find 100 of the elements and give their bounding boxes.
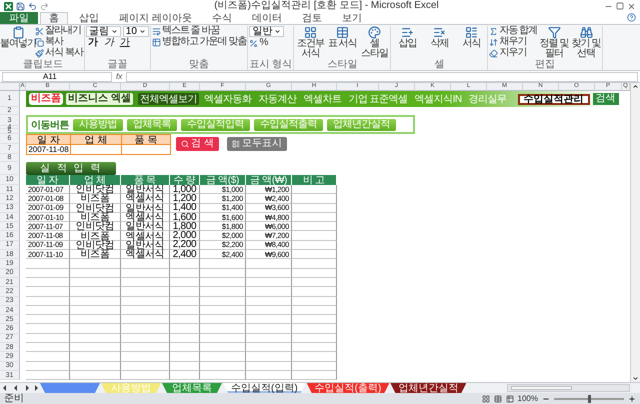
- redo-icon[interactable]: [40, 2, 49, 10]
- ribbon-button[interactable]: 정렬 및 필터: [539, 26, 570, 59]
- table-cell: [200, 306, 246, 316]
- ribbon-button[interactable]: 조건부 서식: [295, 26, 326, 59]
- table-cell: [246, 334, 292, 344]
- ribbon-button[interactable]: 붙여넣기: [3, 26, 33, 49]
- italic-button[interactable]: 가: [102, 38, 116, 48]
- ribbon-tab[interactable]: 검토: [292, 12, 331, 24]
- table-cell: 인비닷컴: [70, 222, 121, 232]
- formula-input[interactable]: [126, 72, 638, 82]
- ribbon-tab[interactable]: 보기: [332, 12, 371, 24]
- ribbon-button[interactable]: 텍스트 줄 바꿈: [152, 26, 246, 36]
- sheet-tab[interactable]: 수입실적(입력): [223, 383, 306, 393]
- help-icon[interactable]: [627, 13, 636, 22]
- ribbon-button[interactable]: 표 서식: [327, 26, 358, 49]
- ribbon-dropdown[interactable]: 10: [122, 26, 149, 37]
- table-cell: 일반서식: [121, 240, 170, 250]
- function-label[interactable]: fx: [116, 72, 122, 81]
- search-button[interactable]: 검색: [592, 93, 619, 105]
- maximize-icon[interactable]: [616, 2, 624, 10]
- table-cell: [170, 352, 200, 362]
- ribbon-dropdown[interactable]: 일반: [249, 26, 284, 37]
- horizontal-scrollbar[interactable]: [507, 384, 630, 392]
- ribbon-button[interactable]: 서식: [456, 26, 486, 49]
- underline-button[interactable]: 가: [118, 38, 132, 48]
- table-cell: [246, 259, 292, 269]
- page-layout-icon[interactable]: [494, 394, 502, 402]
- column-heading: 금 액(₩): [246, 175, 292, 185]
- table-cell: [200, 287, 246, 297]
- window-title: (비즈폼)수입실적관리 [호환 모드] - Microsoft Excel: [213, 0, 440, 12]
- table-cell: [121, 268, 170, 278]
- ribbon-button[interactable]: 찾기 및 선택: [571, 26, 602, 59]
- menu-link[interactable]: 전체엑셀보기: [138, 93, 199, 105]
- vertical-scrollbar[interactable]: [630, 83, 640, 382]
- table-cell: [292, 306, 337, 316]
- ribbon-button[interactable]: %: [249, 38, 284, 48]
- ribbon-tab[interactable]: 삽입: [70, 12, 108, 24]
- ribbon-button[interactable]: 삽입: [392, 26, 422, 49]
- table-cell: [170, 306, 200, 316]
- table-cell: [246, 370, 292, 380]
- table-cell: [70, 259, 121, 269]
- page-break-icon[interactable]: [506, 394, 514, 402]
- ribbon-button[interactable]: 삭제: [424, 26, 454, 49]
- table-cell: 2,400: [170, 250, 200, 260]
- table-cell: [70, 362, 121, 371]
- table-cell: [26, 315, 70, 324]
- table-cell: [292, 204, 337, 213]
- ribbon-button[interactable]: 지우기: [489, 48, 538, 58]
- sheet-tab[interactable]: 업체년간실적: [390, 383, 466, 393]
- ribbon-tab[interactable]: 파일: [0, 12, 38, 24]
- filter-input[interactable]: 2007-11-08: [26, 144, 71, 155]
- table-cell: [246, 296, 292, 306]
- ribbon-button[interactable]: 병합하고 가운데 맞춤: [152, 37, 246, 47]
- caret-icon: [138, 28, 146, 35]
- scroll-thumb[interactable]: [511, 386, 572, 390]
- ribbon-tab[interactable]: 수식: [202, 12, 241, 24]
- spreadsheet-app-icon[interactable]: [4, 2, 13, 10]
- zoom-thumb[interactable]: [588, 394, 591, 402]
- scroll-up-icon[interactable]: [632, 83, 639, 90]
- table-cell: [200, 370, 246, 380]
- table-cell: [292, 370, 337, 380]
- table-cell: [26, 324, 70, 334]
- ribbon-button[interactable]: 채우기: [489, 37, 538, 47]
- scissors-icon: [35, 26, 44, 36]
- table-cell: [292, 278, 337, 288]
- close-icon[interactable]: [627, 2, 636, 10]
- binoculars-icon: [580, 26, 593, 39]
- table-cell: [246, 352, 292, 362]
- ribbon-button[interactable]: 자동 합계: [489, 26, 538, 36]
- bold-button[interactable]: 가: [86, 38, 100, 48]
- name-box[interactable]: A11: [2, 72, 112, 82]
- table-cell: [292, 296, 337, 306]
- list-plus-icon: [400, 26, 414, 39]
- table-cell: [246, 268, 292, 278]
- show-all-button[interactable]: 모두표시: [226, 137, 287, 151]
- sheet-tab[interactable]: 수입실적(출력): [306, 383, 390, 393]
- normal-view-icon[interactable]: [482, 394, 490, 402]
- zoom-level[interactable]: 100%: [518, 394, 538, 403]
- search-field[interactable]: 수입실적관리: [518, 94, 590, 104]
- ribbon-button[interactable]: 셀 스타일: [359, 26, 390, 59]
- filter-input[interactable]: [70, 144, 122, 155]
- ribbon-tab[interactable]: 데이터: [242, 12, 291, 24]
- save-icon[interactable]: [16, 2, 25, 10]
- scroll-down-icon[interactable]: [632, 375, 639, 382]
- list-icon: [232, 140, 240, 148]
- filter-input[interactable]: [121, 144, 171, 155]
- ribbon-tab[interactable]: 페이지 레이아웃: [110, 12, 201, 24]
- table-cell: [246, 278, 292, 288]
- table-cell: [170, 268, 200, 278]
- undo-icon[interactable]: [28, 2, 37, 10]
- table-cell: 1,200: [170, 194, 200, 204]
- ribbon-button[interactable]: 복사: [35, 37, 83, 47]
- ribbon-tab[interactable]: 홈: [40, 12, 68, 24]
- search-button[interactable]: 검 색: [176, 137, 219, 151]
- table-cell: [200, 324, 246, 334]
- ribbon-button[interactable]: 잘라내기: [35, 26, 83, 36]
- ribbon-button[interactable]: 서식 복사: [35, 48, 83, 58]
- table-cell: [200, 315, 246, 324]
- zoom-in-icon[interactable]: [628, 394, 636, 402]
- ribbon-dropdown[interactable]: 굴림: [86, 26, 121, 37]
